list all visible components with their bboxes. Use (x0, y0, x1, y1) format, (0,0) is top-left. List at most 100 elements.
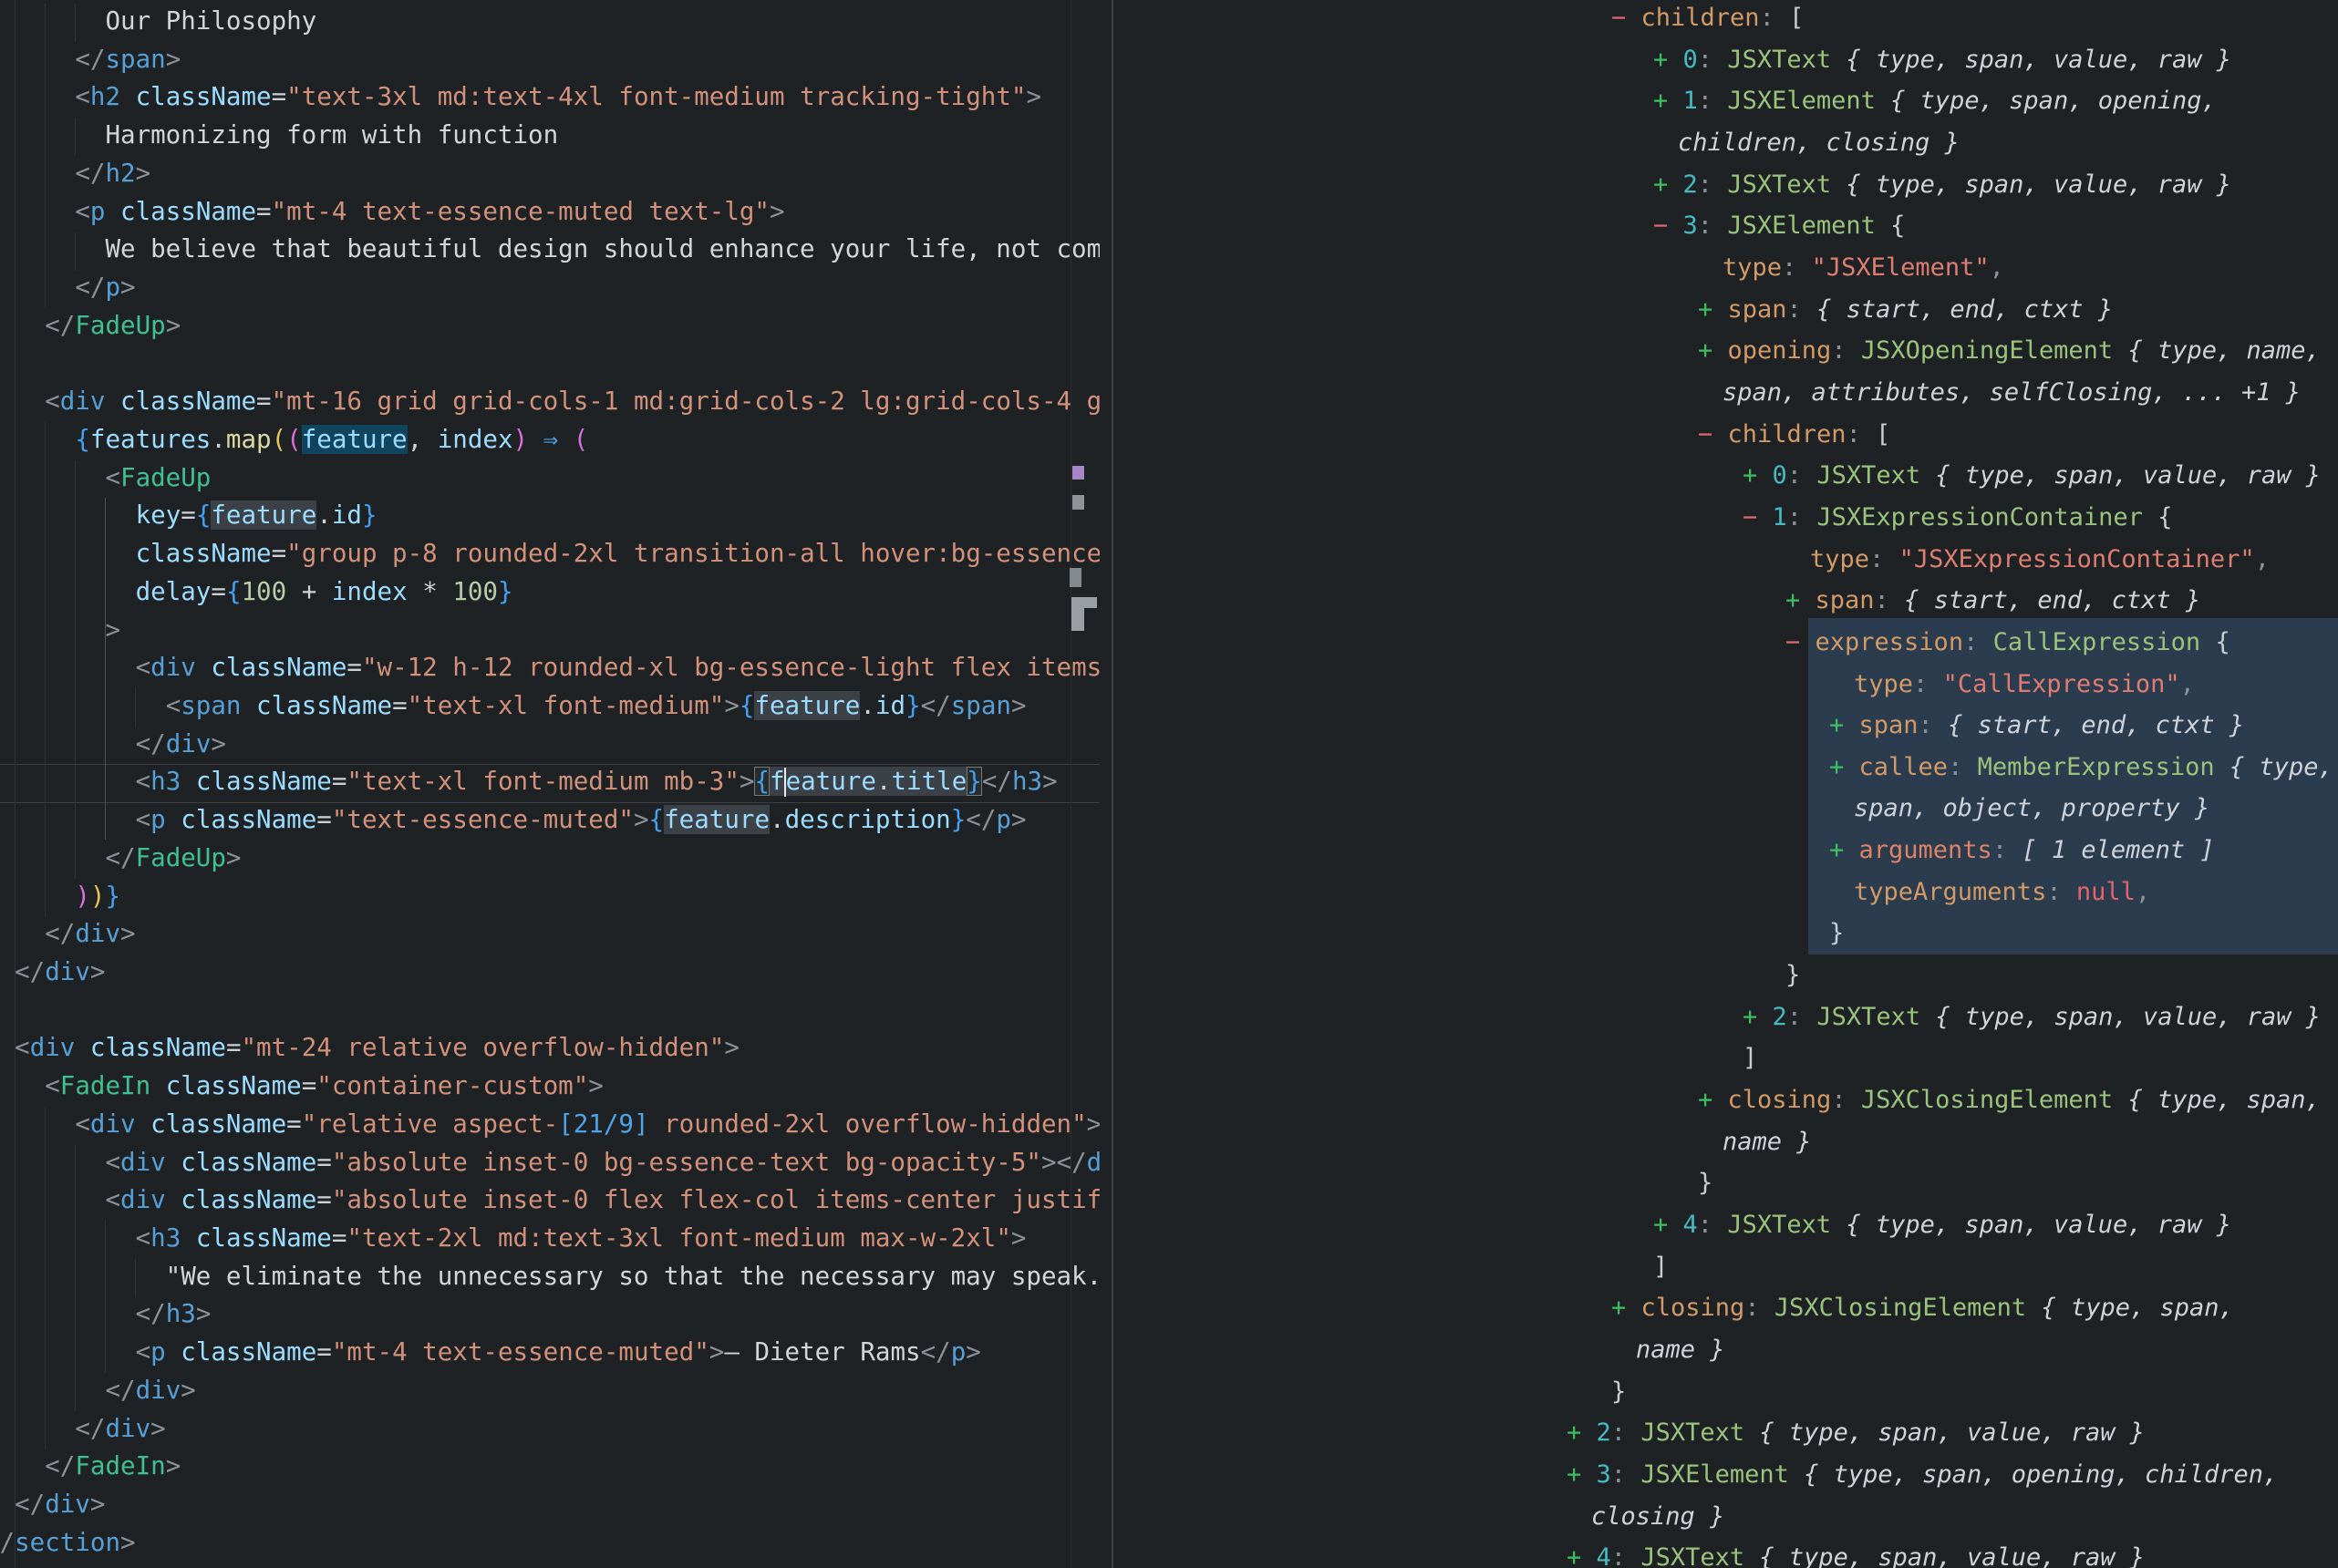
ast-node-row[interactable]: − children: [ (1113, 414, 2338, 456)
expand-node-icon[interactable]: + (1743, 1003, 1773, 1031)
ast-node-row[interactable]: + closing: JSXClosingElement { type, spa… (1113, 1287, 2338, 1329)
expand-node-icon[interactable]: + (1698, 295, 1728, 324)
code-line[interactable]: </div> (0, 954, 1100, 992)
ast-node-row[interactable]: + 1: JSXElement { type, span, opening, (1113, 80, 2338, 122)
ast-node-row[interactable]: + span: { start, end, ctxt } (1113, 580, 2338, 622)
code-line[interactable]: className="group p-8 rounded-2xl transit… (0, 535, 1100, 573)
code-line[interactable]: <p className="text-essence-muted">{featu… (0, 801, 1100, 840)
code-line[interactable]: <p className="mt-4 text-essence-muted">—… (0, 1334, 1100, 1372)
code-line[interactable]: </span> (0, 41, 1100, 79)
code-line[interactable]: <div className="absolute inset-0 flex fl… (0, 1181, 1100, 1220)
ast-node-row[interactable]: name } (1113, 1329, 2338, 1371)
ast-node-row[interactable]: type: "CallExpression", (1113, 664, 2338, 706)
code-line[interactable]: </FadeIn> (0, 1448, 1100, 1486)
ast-node-row[interactable]: + opening: JSXOpeningElement { type, nam… (1113, 330, 2338, 372)
expand-node-icon[interactable]: + (1829, 711, 1859, 739)
code-line[interactable]: <h3 className="text-xl font-medium mb-3"… (0, 763, 1100, 801)
ast-node-row[interactable]: + 4: JSXText { type, span, value, raw } (1113, 1537, 2338, 1568)
code-line[interactable]: Our Philosophy (0, 3, 1100, 41)
ast-node-row[interactable]: closing } (1113, 1496, 2338, 1538)
ast-tree-pane[interactable]: − children: [+ 0: JSXText { type, span, … (1113, 0, 2338, 1568)
ast-node-row[interactable]: span, object, property } (1113, 788, 2338, 830)
code-line[interactable]: </FadeUp> (0, 840, 1100, 878)
code-line[interactable]: <FadeUp (0, 459, 1100, 498)
collapse-node-icon[interactable]: − (1611, 4, 1641, 32)
expand-node-icon[interactable]: + (1785, 586, 1816, 614)
code-line[interactable] (0, 992, 1100, 1030)
code-line[interactable]: </div> (0, 726, 1100, 764)
collapse-node-icon[interactable]: − (1785, 628, 1816, 656)
expand-node-icon[interactable]: + (1567, 1543, 1597, 1568)
ast-node-row[interactable]: − 3: JSXElement { (1113, 205, 2338, 247)
code-line[interactable]: We believe that beautiful design should … (0, 231, 1100, 269)
expand-node-icon[interactable]: + (1698, 336, 1728, 365)
ast-node-row[interactable]: } (1113, 1371, 2338, 1413)
ast-node-row[interactable]: children, closing } (1113, 122, 2338, 164)
expand-node-icon[interactable]: + (1653, 46, 1683, 74)
expand-node-icon[interactable]: + (1743, 461, 1773, 490)
expand-node-icon[interactable]: + (1829, 836, 1859, 864)
ast-node-row[interactable]: typeArguments: null, (1113, 872, 2338, 913)
code-line[interactable]: </FadeUp> (0, 307, 1100, 346)
code-line[interactable]: <FadeIn className="container-custom"> (0, 1068, 1100, 1106)
ast-node-row[interactable]: + 2: JSXText { type, span, value, raw } (1113, 1412, 2338, 1454)
code-line[interactable] (0, 345, 1100, 383)
code-line[interactable]: </div> (0, 915, 1100, 954)
ast-node-row[interactable]: + 3: JSXElement { type, span, opening, c… (1113, 1454, 2338, 1496)
code-line[interactable]: <h3 className="text-2xl md:text-3xl font… (0, 1220, 1100, 1258)
collapse-node-icon[interactable]: − (1743, 503, 1773, 531)
ast-node-row[interactable]: } (1113, 954, 2338, 996)
ast-node-row[interactable]: name } (1113, 1121, 2338, 1163)
code-line[interactable]: <div className="absolute inset-0 bg-esse… (0, 1144, 1100, 1182)
ast-node-row[interactable]: ] (1113, 1246, 2338, 1288)
code-line[interactable]: </div> (0, 1372, 1100, 1410)
expand-node-icon[interactable]: + (1611, 1294, 1641, 1322)
expand-node-icon[interactable]: + (1829, 753, 1859, 781)
code-line[interactable]: </h2> (0, 155, 1100, 193)
code-line[interactable]: </div> (0, 1486, 1100, 1524)
code-line[interactable]: delay={100 + index * 100} (0, 573, 1100, 612)
code-line[interactable]: <h2 className="text-3xl md:text-4xl font… (0, 78, 1100, 117)
ast-node-row[interactable]: − children: [ (1113, 0, 2338, 39)
ast-node-row[interactable]: + span: { start, end, ctxt } (1113, 705, 2338, 747)
ast-node-row[interactable]: + 0: JSXText { type, span, value, raw } (1113, 455, 2338, 497)
collapse-node-icon[interactable]: − (1698, 420, 1728, 449)
ast-node-row[interactable]: ] (1113, 1037, 2338, 1079)
code-line[interactable]: <p className="mt-4 text-essence-muted te… (0, 193, 1100, 232)
expand-node-icon[interactable]: + (1653, 87, 1683, 115)
expand-node-icon[interactable]: + (1567, 1418, 1597, 1447)
ast-node-row[interactable]: span, attributes, selfClosing, ... +1 } (1113, 372, 2338, 414)
ast-node-row[interactable]: + arguments: [ 1 element ] (1113, 830, 2338, 872)
ast-node-row[interactable]: type: "JSXElement", (1113, 247, 2338, 289)
code-line[interactable]: <span className="text-xl font-medium">{f… (0, 687, 1100, 726)
expand-node-icon[interactable]: + (1567, 1460, 1597, 1489)
ast-node-row[interactable]: + 4: JSXText { type, span, value, raw } (1113, 1204, 2338, 1246)
source-code[interactable]: Our Philosophy </span> <h2 className="te… (0, 3, 1100, 1562)
ast-node-row[interactable]: − 1: JSXExpressionContainer { (1113, 497, 2338, 539)
code-line[interactable]: "We eliminate the unnecessary so that th… (0, 1258, 1100, 1296)
ast-node-row[interactable]: + 0: JSXText { type, span, value, raw } (1113, 39, 2338, 81)
ast-node-row[interactable]: + 2: JSXText { type, span, value, raw } (1113, 164, 2338, 206)
ast-node-row[interactable]: + span: { start, end, ctxt } (1113, 289, 2338, 331)
expand-node-icon[interactable]: + (1698, 1086, 1728, 1114)
code-line[interactable]: ))} (0, 878, 1100, 916)
collapse-node-icon[interactable]: − (1653, 211, 1683, 240)
code-line[interactable]: > (0, 612, 1100, 650)
expand-node-icon[interactable]: + (1653, 170, 1683, 199)
code-line[interactable]: <div className="mt-24 relative overflow-… (0, 1029, 1100, 1068)
ast-node-row[interactable]: } (1113, 1162, 2338, 1204)
ast-node-row[interactable]: − expression: CallExpression { (1113, 622, 2338, 664)
ast-node-row[interactable]: + callee: MemberExpression { type, (1113, 747, 2338, 789)
code-line[interactable]: </section> (0, 1524, 1100, 1563)
code-line[interactable]: {features.map((feature, index) ⇒ ( (0, 421, 1100, 459)
code-line[interactable]: </h3> (0, 1295, 1100, 1334)
expand-node-icon[interactable]: + (1653, 1211, 1683, 1239)
code-editor-pane[interactable]: Our Philosophy </span> <h2 className="te… (0, 0, 1112, 1568)
code-line[interactable]: </div> (0, 1410, 1100, 1449)
code-line[interactable]: <div className="w-12 h-12 rounded-xl bg-… (0, 649, 1100, 687)
code-line[interactable]: </p> (0, 269, 1100, 307)
ast-node-row[interactable]: type: "JSXExpressionContainer", (1113, 539, 2338, 581)
code-line[interactable]: <div className="mt-16 grid grid-cols-1 m… (0, 383, 1100, 421)
ast-node-row[interactable]: + closing: JSXClosingElement { type, spa… (1113, 1079, 2338, 1121)
ast-node-row[interactable]: + 2: JSXText { type, span, value, raw } (1113, 996, 2338, 1038)
